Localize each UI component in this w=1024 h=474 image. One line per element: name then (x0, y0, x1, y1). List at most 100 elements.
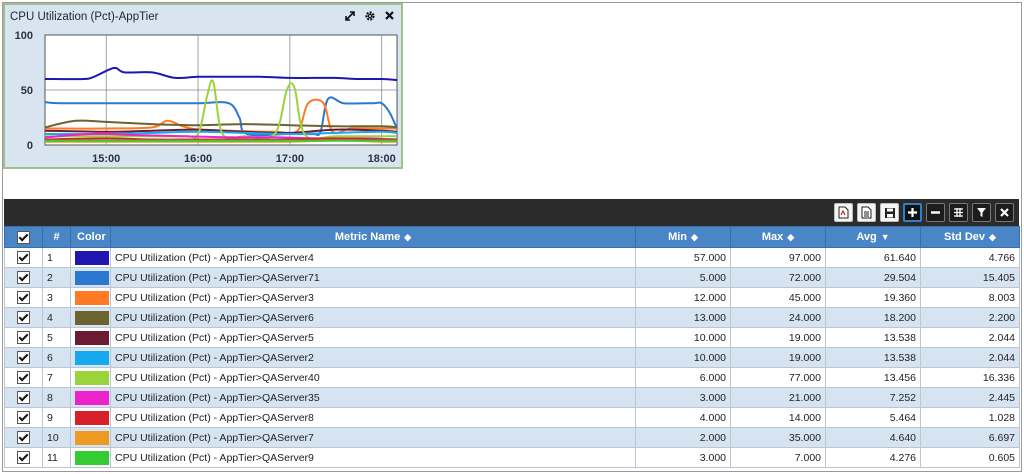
table-row[interactable]: 5 CPU Utilization (Pct) - AppTier>QAServe… (4, 327, 1020, 348)
expand-icon[interactable] (343, 9, 356, 22)
metric-name: CPU Utilization (Pct) - AppTier>QAServer… (110, 367, 636, 388)
avg-value: 13.456 (825, 367, 921, 388)
export-csv-icon[interactable] (857, 203, 876, 222)
max-value: 72.000 (730, 267, 826, 288)
metric-name: CPU Utilization (Pct) - AppTier>QAServer… (110, 327, 636, 348)
min-value: 3.000 (635, 447, 731, 468)
header-metric-label: Metric Name (334, 231, 401, 243)
row-number: 8 (42, 387, 71, 408)
sort-icon[interactable]: ◆ (787, 232, 794, 242)
metric-name: CPU Utilization (Pct) - AppTier>QAServer… (110, 267, 636, 288)
header-metric-name[interactable]: Metric Name ◆ (110, 226, 636, 248)
line-chart[interactable]: 100 50 0 15:00 16:00 17:00 18:00 (5, 5, 401, 167)
header-max[interactable]: Max ◆ (730, 226, 826, 248)
table-row[interactable]: 8 CPU Utilization (Pct) - AppTier>QAServe… (4, 387, 1020, 408)
table-toolbar (4, 199, 1019, 226)
x-tick-label: 17:00 (276, 153, 304, 165)
row-checkbox[interactable] (4, 407, 43, 428)
header-max-label: Max (761, 231, 784, 243)
color-swatch-cell (70, 427, 111, 448)
gear-icon[interactable] (363, 9, 376, 22)
max-value: 35.000 (730, 427, 826, 448)
row-checkbox[interactable] (4, 247, 43, 268)
header-number: # (42, 226, 71, 248)
sort-desc-icon[interactable]: ▼ (881, 232, 890, 242)
row-checkbox[interactable] (4, 387, 43, 408)
x-tick-label: 16:00 (184, 153, 212, 165)
table-row[interactable]: 6 CPU Utilization (Pct) - AppTier>QAServe… (4, 347, 1020, 368)
metric-name: CPU Utilization (Pct) - AppTier>QAServer… (110, 307, 636, 328)
add-icon[interactable] (903, 203, 922, 222)
std-dev-value: 16.336 (920, 367, 1020, 388)
x-tick-label: 18:00 (368, 153, 396, 165)
select-all-checkbox[interactable] (4, 226, 43, 248)
grid-icon[interactable] (949, 203, 968, 222)
metric-name: CPU Utilization (Pct) - AppTier>QAServer… (110, 447, 636, 468)
std-dev-value: 2.044 (920, 347, 1020, 368)
table-row[interactable]: 11 CPU Utilization (Pct) - AppTier>QAServ… (4, 447, 1020, 468)
header-color: Color (70, 226, 111, 248)
color-swatch (75, 430, 109, 445)
header-min[interactable]: Min ◆ (635, 226, 731, 248)
row-number: 11 (42, 447, 71, 468)
min-value: 13.000 (635, 307, 731, 328)
header-std-label: Std Dev (944, 231, 986, 243)
sort-icon[interactable]: ◆ (989, 232, 996, 242)
save-icon[interactable] (880, 203, 899, 222)
table-row[interactable]: 4 CPU Utilization (Pct) - AppTier>QAServe… (4, 307, 1020, 328)
row-checkbox[interactable] (4, 427, 43, 448)
std-dev-value: 2.044 (920, 327, 1020, 348)
row-checkbox[interactable] (4, 287, 43, 308)
row-number: 6 (42, 347, 71, 368)
export-pdf-icon[interactable] (834, 203, 853, 222)
row-number: 4 (42, 307, 71, 328)
x-tick-label: 15:00 (92, 153, 120, 165)
max-value: 21.000 (730, 387, 826, 408)
series-line[interactable] (44, 137, 398, 141)
color-swatch-cell (70, 407, 111, 428)
row-checkbox[interactable] (4, 327, 43, 348)
row-checkbox[interactable] (4, 307, 43, 328)
table-row[interactable]: 9 CPU Utilization (Pct) - AppTier>QAServe… (4, 407, 1020, 428)
table-header-row: # Color Metric Name ◆ Min ◆ Max ◆ Avg ▼ Std … (4, 226, 1020, 248)
header-min-label: Min (668, 231, 688, 243)
close-icon[interactable] (383, 9, 396, 22)
table-row[interactable]: 3 CPU Utilization (Pct) - AppTier>QAServe… (4, 287, 1020, 308)
color-swatch-cell (70, 347, 111, 368)
filter-icon[interactable] (972, 203, 991, 222)
color-swatch (75, 410, 109, 425)
row-checkbox[interactable] (4, 347, 43, 368)
avg-value: 4.640 (825, 427, 921, 448)
row-checkbox[interactable] (4, 447, 43, 468)
close-icon[interactable] (995, 203, 1014, 222)
row-number: 2 (42, 267, 71, 288)
row-checkbox[interactable] (4, 267, 43, 288)
color-swatch (75, 390, 109, 405)
row-number: 7 (42, 367, 71, 388)
avg-value: 19.360 (825, 287, 921, 308)
row-number: 9 (42, 407, 71, 428)
min-value: 2.000 (635, 427, 731, 448)
header-avg[interactable]: Avg ▼ (825, 226, 921, 248)
std-dev-value: 2.445 (920, 387, 1020, 408)
std-dev-value: 6.697 (920, 427, 1020, 448)
std-dev-value: 15.405 (920, 267, 1020, 288)
min-value: 6.000 (635, 367, 731, 388)
header-std-dev[interactable]: Std Dev ◆ (920, 226, 1020, 248)
table-row[interactable]: 10 CPU Utilization (Pct) - AppTier>QAServ… (4, 427, 1020, 448)
max-value: 77.000 (730, 367, 826, 388)
color-swatch (75, 250, 109, 265)
remove-icon[interactable] (926, 203, 945, 222)
color-swatch-cell (70, 367, 111, 388)
table-row[interactable]: 2 CPU Utilization (Pct) - AppTier>QAServe… (4, 267, 1020, 288)
table-row[interactable]: 7 CPU Utilization (Pct) - AppTier>QAServe… (4, 367, 1020, 388)
min-value: 3.000 (635, 387, 731, 408)
color-swatch (75, 350, 109, 365)
color-swatch-cell (70, 447, 111, 468)
avg-value: 4.276 (825, 447, 921, 468)
row-checkbox[interactable] (4, 367, 43, 388)
color-swatch-cell (70, 387, 111, 408)
table-row[interactable]: 1 CPU Utilization (Pct) - AppTier>QAServe… (4, 247, 1020, 268)
sort-icon[interactable]: ◆ (691, 232, 698, 242)
sort-icon[interactable]: ◆ (404, 232, 411, 242)
